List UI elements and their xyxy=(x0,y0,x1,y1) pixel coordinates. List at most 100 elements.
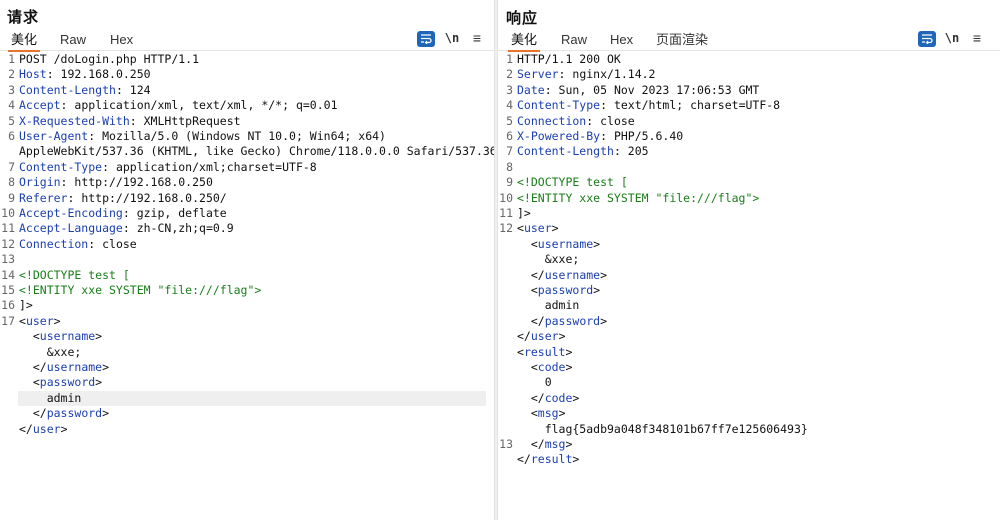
code-token: admin xyxy=(19,390,82,405)
wrap-text-icon[interactable] xyxy=(417,31,435,47)
header-name: Host xyxy=(19,67,47,82)
code-text: Content-Length: 124 xyxy=(19,83,151,98)
code-text: <result> xyxy=(517,345,572,360)
code-line: 13 </msg> xyxy=(498,437,1000,452)
code-text: </username> xyxy=(517,268,607,283)
wrap-text-icon[interactable] xyxy=(918,31,936,47)
request-tab-pretty[interactable]: 美化 xyxy=(8,32,41,52)
code-line: <username> xyxy=(498,237,1000,252)
code-token: HTTP/1.1 200 OK xyxy=(517,52,621,66)
code-token: : close xyxy=(88,236,137,251)
code-text: </code> xyxy=(517,390,580,406)
code-text: <user> xyxy=(19,314,61,329)
code-token: > xyxy=(551,221,559,236)
request-title: 请求 xyxy=(7,9,40,26)
xml-tag-name: result xyxy=(523,344,566,359)
code-line: </password> xyxy=(498,314,1000,329)
code-token: < xyxy=(517,344,524,359)
request-editor[interactable]: 1 POST /doLogin.php HTTP/1.1 2 Host: 192.16… xyxy=(0,52,497,520)
code-token: > xyxy=(558,329,566,344)
code-token: < xyxy=(517,283,538,297)
code-token: > xyxy=(95,375,103,390)
code-line: 10 Accept-Encoding: gzip, deflate xyxy=(0,206,494,221)
code-token: > xyxy=(565,437,573,451)
code-line: 6 X-Powered-By: PHP/5.6.40 xyxy=(498,129,1000,144)
code-token: < xyxy=(517,236,538,251)
code-line: admin xyxy=(498,298,1000,313)
code-token: > xyxy=(60,421,68,436)
code-text: <msg> xyxy=(517,406,566,421)
code-text: <!DOCTYPE test [ xyxy=(517,175,628,190)
code-line: <result> xyxy=(498,345,1000,360)
code-text: </password> xyxy=(19,406,109,421)
response-pane: 响应 美化 Raw Hex 页面渲染 \n ≡ 1 HTTP/1.1 200 OK… xyxy=(498,0,1000,520)
code-token: > xyxy=(102,360,110,374)
newline-icon[interactable]: \n xyxy=(944,30,960,48)
code-text: &xxe; xyxy=(19,345,82,360)
line-number: 3 xyxy=(506,82,513,97)
code-line: <msg> xyxy=(498,406,1000,421)
code-token: > xyxy=(572,390,580,405)
line-number: 7 xyxy=(8,159,15,174)
code-token: < xyxy=(517,221,524,236)
line-number: 15 xyxy=(1,283,15,297)
response-tab-raw[interactable]: Raw xyxy=(558,32,590,50)
line-number: 10 xyxy=(499,190,513,205)
response-tab-hex[interactable]: Hex xyxy=(607,32,636,50)
line-number: 6 xyxy=(506,129,513,143)
xml-tag-name: password xyxy=(537,283,594,297)
code-token: : PHP/5.6.40 xyxy=(600,129,684,143)
code-token: </ xyxy=(517,329,531,344)
code-line: 8 Origin: http://192.168.0.250 xyxy=(0,175,494,190)
code-line: <username> xyxy=(0,329,494,344)
code-token: </ xyxy=(517,390,545,405)
code-line: flag{5adb9a048f348101b67ff7e125606493} xyxy=(498,422,1000,437)
code-text: Referer: http://192.168.0.250/ xyxy=(19,191,227,206)
code-line: 13 xyxy=(0,252,494,267)
code-text: ]> xyxy=(517,206,531,221)
code-text: <code> xyxy=(517,360,573,375)
request-tab-raw[interactable]: Raw xyxy=(57,32,89,50)
line-number: 12 xyxy=(1,236,15,251)
code-text: <!DOCTYPE test [ xyxy=(19,268,130,283)
code-line: <password> xyxy=(498,283,1000,298)
code-line: 6 User-Agent: Mozilla/5.0 (Windows NT 10.… xyxy=(0,129,494,144)
response-tab-pretty[interactable]: 美化 xyxy=(508,32,541,52)
code-token: > xyxy=(102,406,110,421)
code-line: </username> xyxy=(0,360,494,375)
line-number: 16 xyxy=(1,298,15,313)
xml-tag-name: msg xyxy=(544,437,566,451)
code-token: > xyxy=(565,360,573,374)
xml-tag-name: user xyxy=(32,421,61,436)
header-name: Content-Type xyxy=(517,98,601,113)
newline-icon[interactable]: \n xyxy=(444,30,460,48)
code-token: : 124 xyxy=(115,82,151,97)
code-token: </ xyxy=(517,452,531,467)
code-text: Server: nginx/1.14.2 xyxy=(517,67,655,82)
code-token: 0 xyxy=(517,375,552,390)
code-token: </ xyxy=(19,406,47,421)
header-name: Referer xyxy=(19,190,68,205)
code-token: > xyxy=(95,329,103,344)
code-token: : Mozilla/5.0 (Windows NT 10.0; Win64; x… xyxy=(88,129,386,143)
hamburger-menu-icon[interactable]: ≡ xyxy=(470,30,484,48)
code-token: : application/xml, text/xml, */*; q=0.01 xyxy=(60,98,338,113)
dtd-declaration: <!DOCTYPE test [ xyxy=(19,267,130,282)
code-text: Accept: application/xml, text/xml, */*; … xyxy=(19,98,338,113)
hamburger-menu-icon[interactable]: ≡ xyxy=(970,30,984,48)
code-text: </result> xyxy=(517,452,579,467)
code-token: : zh-CN,zh;q=0.9 xyxy=(122,221,234,236)
xml-tag-name: username xyxy=(537,236,594,251)
code-text: <user> xyxy=(517,221,559,236)
code-line: 16]> xyxy=(0,298,494,313)
response-tab-render[interactable]: 页面渲染 xyxy=(653,32,711,50)
response-editor[interactable]: 1 HTTP/1.1 200 OK 2 Server: nginx/1.14.2 3 Da… xyxy=(498,52,1000,520)
code-text: <password> xyxy=(517,283,600,298)
line-number: 8 xyxy=(8,175,15,190)
header-name: User-Agent xyxy=(19,129,89,143)
request-tab-hex[interactable]: Hex xyxy=(107,32,136,50)
line-number: 4 xyxy=(8,98,15,113)
xml-tag-name: code xyxy=(537,360,566,374)
code-line: 4 Content-Type: text/html; charset=UTF-8 xyxy=(498,98,1000,113)
code-line: 11]> xyxy=(498,206,1000,221)
